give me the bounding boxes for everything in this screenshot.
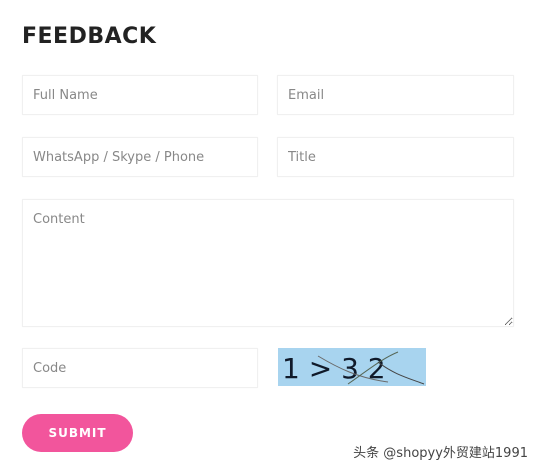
captcha-code-input[interactable]	[22, 348, 258, 388]
captcha-image[interactable]: 1 > 3 2	[278, 348, 426, 386]
email-input[interactable]	[277, 75, 514, 115]
submit-button[interactable]: SUBMIT	[22, 414, 133, 452]
watermark-text: 头条 @shopyy外贸建站1991	[353, 446, 528, 461]
full-name-input[interactable]	[22, 75, 258, 115]
title-input[interactable]	[277, 137, 514, 177]
captcha-graphic: 1 > 3 2	[278, 348, 426, 386]
page-title: FEEDBACK	[22, 24, 157, 49]
content-textarea[interactable]	[22, 199, 514, 327]
contact-input[interactable]	[22, 137, 258, 177]
